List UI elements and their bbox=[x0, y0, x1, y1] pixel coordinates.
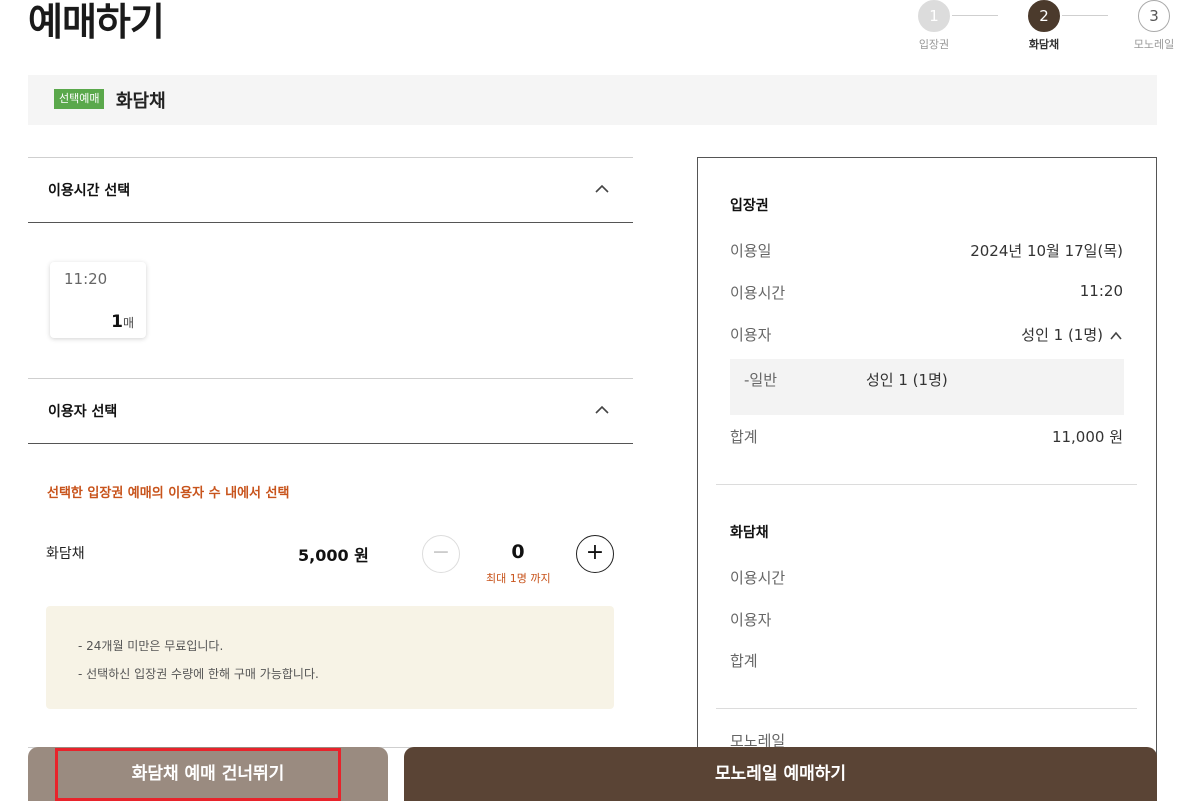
item-price: 5,000 원 bbox=[298, 546, 369, 565]
chevron-up-icon[interactable] bbox=[593, 401, 611, 419]
info-item: - 선택하신 입장권 수량에 한해 구매 가능합니다. bbox=[78, 667, 319, 681]
step-2: 2 화담채 bbox=[1014, 0, 1074, 52]
step-1: 1 입장권 bbox=[904, 0, 964, 52]
summary-total-value: 11,000 원 bbox=[1051, 428, 1123, 446]
skip-button-label: 화담채 예매 건너뛰기 bbox=[131, 764, 285, 784]
summary-hwadamchae-title: 화담채 bbox=[730, 525, 769, 541]
summary-hwadamchae-total-label: 합계 bbox=[730, 652, 758, 670]
info-item: - 24개월 미만은 무료입니다. bbox=[78, 639, 224, 653]
summary-time-value: 11:20 bbox=[1079, 282, 1123, 300]
summary-date-label: 이용일 bbox=[730, 242, 772, 260]
step-3-label: 모노레일 bbox=[1133, 38, 1175, 51]
page-title: 예매하기 bbox=[28, 0, 165, 44]
info-box: - 24개월 미만은 무료입니다. - 선택하신 입장권 수량에 한해 구매 가… bbox=[46, 606, 614, 709]
divider bbox=[716, 484, 1137, 485]
order-summary: 입장권 이용일 2024년 10월 17일(목) 이용시간 11:20 이용자 … bbox=[697, 157, 1157, 801]
divider bbox=[716, 708, 1137, 709]
chevron-up-icon[interactable] bbox=[593, 180, 611, 198]
step-1-number: 1 bbox=[918, 0, 950, 32]
skip-hwadamchae-button[interactable]: 화담채 예매 건너뛰기 bbox=[28, 747, 388, 801]
user-type-label: -일반 bbox=[744, 371, 778, 389]
step-connector bbox=[1062, 15, 1108, 16]
user-section-header[interactable]: 이용자 선택 bbox=[28, 378, 633, 444]
user-type-value: 성인 1 (1명) bbox=[866, 371, 948, 389]
increase-button[interactable]: + bbox=[576, 535, 614, 573]
time-slot-time: 11:20 bbox=[64, 270, 108, 288]
step-2-label: 화담채 bbox=[1028, 38, 1060, 51]
selection-banner: 선택예매 화담채 bbox=[28, 75, 1157, 125]
quantity-value: 0 bbox=[511, 541, 525, 563]
step-1-label: 입장권 bbox=[918, 38, 950, 51]
time-slot-card[interactable]: 11:20 1매 bbox=[50, 262, 146, 338]
time-section-title: 이용시간 선택 bbox=[48, 183, 131, 199]
summary-hwadamchae-user-label: 이용자 bbox=[730, 611, 772, 629]
user-notice: 선택한 입장권 예매의 이용자 수 내에서 선택 bbox=[47, 486, 290, 501]
summary-total-label: 합계 bbox=[730, 428, 758, 446]
banner-title: 화담채 bbox=[116, 91, 166, 112]
book-monorail-button[interactable]: 모노레일 예매하기 bbox=[404, 747, 1157, 801]
step-connector bbox=[952, 15, 998, 16]
time-section-header[interactable]: 이용시간 선택 bbox=[28, 157, 633, 223]
user-section-title: 이용자 선택 bbox=[48, 404, 118, 420]
step-3: 3 모노레일 bbox=[1124, 0, 1179, 52]
summary-time-label: 이용시간 bbox=[730, 284, 786, 302]
summary-user-toggle[interactable]: 성인 1 (1명) bbox=[1021, 324, 1123, 345]
time-slot-count: 1매 bbox=[111, 312, 134, 332]
user-detail-box: -일반 성인 1 (1명) bbox=[730, 359, 1124, 415]
summary-date-value: 2024년 10월 17일(목) bbox=[970, 242, 1123, 260]
decrease-button[interactable]: − bbox=[422, 535, 460, 573]
step-3-number: 3 bbox=[1138, 0, 1170, 32]
selection-badge: 선택예매 bbox=[54, 89, 105, 109]
max-quantity-note: 최대 1명 까지 bbox=[486, 572, 551, 585]
summary-ticket-title: 입장권 bbox=[730, 198, 769, 214]
stepper: 1 입장권 2 화담채 3 모노레일 bbox=[898, 0, 1174, 52]
summary-user-label: 이용자 bbox=[730, 326, 772, 344]
chevron-up-icon[interactable] bbox=[1109, 329, 1123, 343]
summary-hwadamchae-time-label: 이용시간 bbox=[730, 569, 786, 587]
step-2-number: 2 bbox=[1028, 0, 1060, 32]
item-label: 화담채 bbox=[46, 546, 85, 562]
